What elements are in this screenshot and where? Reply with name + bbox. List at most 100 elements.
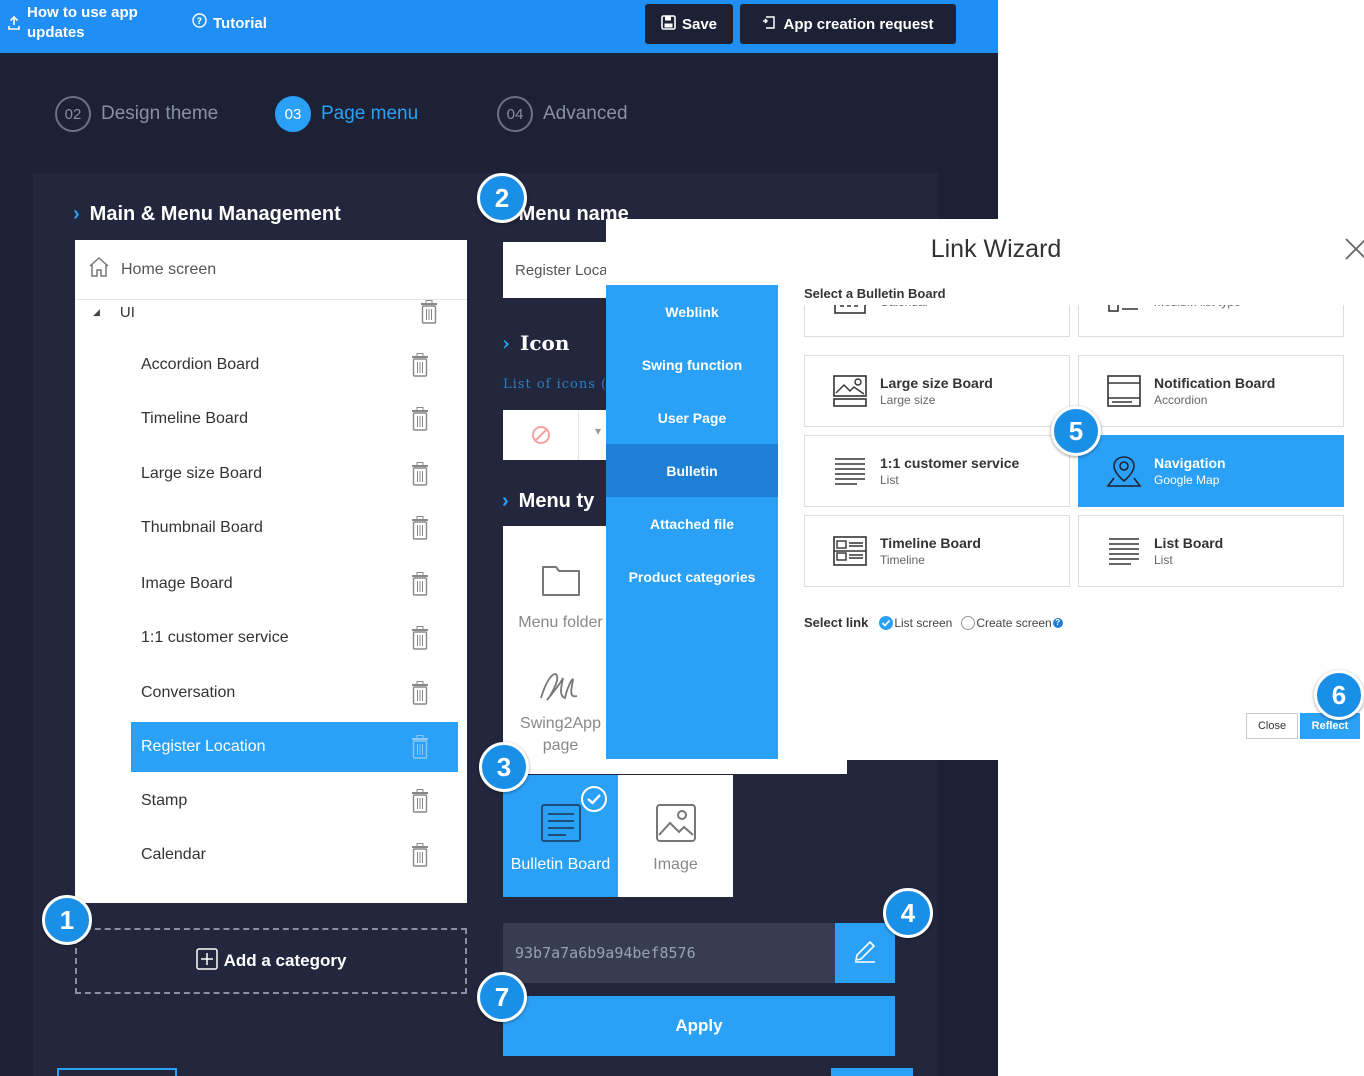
trash-icon[interactable] (410, 626, 430, 650)
trash-icon[interactable] (410, 789, 430, 813)
board-name: List Board (1154, 535, 1224, 551)
trash-icon[interactable] (410, 516, 430, 540)
add-category-button[interactable]: Add a category (75, 928, 467, 994)
step-page-menu[interactable]: 03 Page menu (275, 96, 418, 132)
select-board-label: Select a Bulletin Board (804, 286, 946, 301)
trash-icon[interactable] (410, 462, 430, 486)
wizard-nav-item[interactable]: Bulletin (606, 444, 778, 497)
radio-list-screen[interactable] (879, 615, 894, 630)
menu-type-folder-label: Menu folder (518, 613, 603, 631)
icon-list-label: List of icons ( (503, 377, 608, 392)
chevron-right-icon: › (502, 331, 510, 355)
step-number: 03 (275, 96, 311, 132)
trash-icon[interactable] (410, 353, 430, 377)
bottom-left-button[interactable] (57, 1068, 177, 1076)
tree-item[interactable]: Calendar (131, 830, 458, 880)
apply-button[interactable]: Apply (503, 996, 895, 1056)
board-type: Accordion (1154, 393, 1208, 407)
tree-item[interactable]: Timeline Board (131, 394, 458, 444)
help-circle-icon: ? (192, 13, 207, 34)
close-icon[interactable] (1344, 237, 1364, 261)
tree-item[interactable]: Stamp (131, 776, 458, 826)
menu-type-title-text: Menu ty (518, 490, 595, 512)
link-id-value: 93b7a7a6b9a94bef8576 (515, 944, 696, 962)
menu-name-input[interactable]: Register Loca (503, 242, 613, 298)
board-option[interactable]: Calendar (804, 305, 1070, 337)
pencil-icon (851, 937, 879, 970)
trash-icon[interactable] (410, 572, 430, 596)
board-text: 1:1 customer service List (880, 455, 1019, 487)
request-icon (762, 14, 777, 34)
board-option[interactable]: 1:1 customer service List (804, 435, 1070, 507)
tree-item-label: Stamp (141, 792, 188, 809)
save-label: Save (681, 15, 718, 33)
trash-icon[interactable] (410, 407, 430, 431)
step-badge-4: 4 (883, 888, 933, 938)
menu-type-bulletin-label: Bulletin Board (510, 855, 611, 873)
menu-type-image[interactable]: Image (618, 775, 733, 897)
main-menu-title-text: Main & Menu Management (89, 203, 341, 225)
tree-item-label: Conversation (141, 684, 236, 701)
how-to-use-link[interactable]: How to use app updates (27, 3, 138, 43)
step-design-theme[interactable]: 02 Design theme (55, 96, 218, 132)
add-category-label: Add a category (223, 951, 347, 970)
tree-item[interactable]: Accordion Board (131, 340, 458, 390)
tree-home-item[interactable]: Home screen (75, 240, 467, 300)
step-badge-7: 7 (477, 972, 527, 1022)
tree-item[interactable]: Large size Board (131, 449, 458, 499)
step-label: Design theme (101, 103, 219, 124)
menu-type-bulletin[interactable]: Bulletin Board (503, 775, 618, 897)
menu-type-folder[interactable]: Menu folder (503, 540, 618, 650)
menu-type-title: › Menu ty (502, 490, 594, 513)
floppy-icon (661, 14, 676, 34)
board-type: Timeline (880, 553, 925, 567)
tree-item[interactable]: Image Board (131, 559, 458, 609)
trash-icon[interactable] (410, 843, 430, 867)
trash-icon[interactable] (410, 735, 430, 759)
tree-item-label: Accordion Board (141, 356, 260, 373)
trash-icon[interactable] (410, 681, 430, 705)
board-type: Large size (880, 393, 936, 407)
icon-select[interactable]: ▾ (503, 410, 613, 460)
board-option[interactable]: Notification Board Accordion (1078, 355, 1344, 427)
board-text: List Board List (1154, 535, 1223, 567)
trash-icon[interactable] (419, 300, 439, 324)
wizard-close-button[interactable]: Close (1246, 713, 1298, 739)
tree-item[interactable]: Thumbnail Board (131, 503, 458, 553)
board-name: 1:1 customer service (880, 455, 1020, 471)
tree-item[interactable]: Conversation (131, 668, 458, 718)
tree-group-ui[interactable]: ◢ UI (75, 300, 467, 324)
wizard-nav-item[interactable]: Weblink (606, 285, 778, 338)
wizard-nav-item[interactable]: Product categories (606, 550, 778, 603)
board-option[interactable]: Large size Board Large size (804, 355, 1070, 427)
save-button[interactable]: Save (645, 4, 733, 44)
icon-title-text: Icon (520, 331, 570, 355)
question-icon[interactable]: ? (1052, 617, 1063, 628)
link-id-field[interactable]: 93b7a7a6b9a94bef8576 (503, 923, 835, 983)
select-link-label: Select link (804, 615, 869, 630)
signature-icon (537, 668, 585, 711)
wizard-nav-item[interactable]: Swing function (606, 338, 778, 391)
list-icon (1106, 533, 1142, 569)
tree-item-label: Timeline Board (141, 410, 249, 427)
board-text: Notification Board Accordion (1154, 375, 1275, 407)
main-menu-title: › Main & Menu Management (73, 203, 341, 226)
wizard-nav-item[interactable]: Attached file (606, 497, 778, 550)
board-option[interactable]: Timeline Board Timeline (804, 515, 1070, 587)
tree-item[interactable]: 1:1 customer service (131, 613, 458, 663)
step-advanced[interactable]: 04 Advanced (497, 96, 628, 132)
app-creation-button[interactable]: App creation request (740, 4, 956, 44)
bottom-right-button[interactable] (831, 1068, 913, 1076)
step-badge-2: 2 (477, 173, 527, 223)
tree-item[interactable]: Register Location (131, 722, 458, 772)
board-option[interactable]: List Board List (1078, 515, 1344, 587)
step-label: Advanced (543, 103, 628, 124)
board-option[interactable]: Medium list type (1078, 305, 1344, 337)
radio-create-screen[interactable] (961, 615, 976, 630)
tutorial-link[interactable]: ? Tutorial (192, 13, 267, 34)
wizard-nav-item[interactable]: User Page (606, 391, 778, 444)
board-option[interactable]: Navigation Google Map (1078, 435, 1344, 507)
menu-type-grid: Menu folder Swing2App page (503, 526, 613, 774)
check-circle-icon (581, 786, 607, 817)
edit-link-button[interactable] (835, 923, 895, 983)
